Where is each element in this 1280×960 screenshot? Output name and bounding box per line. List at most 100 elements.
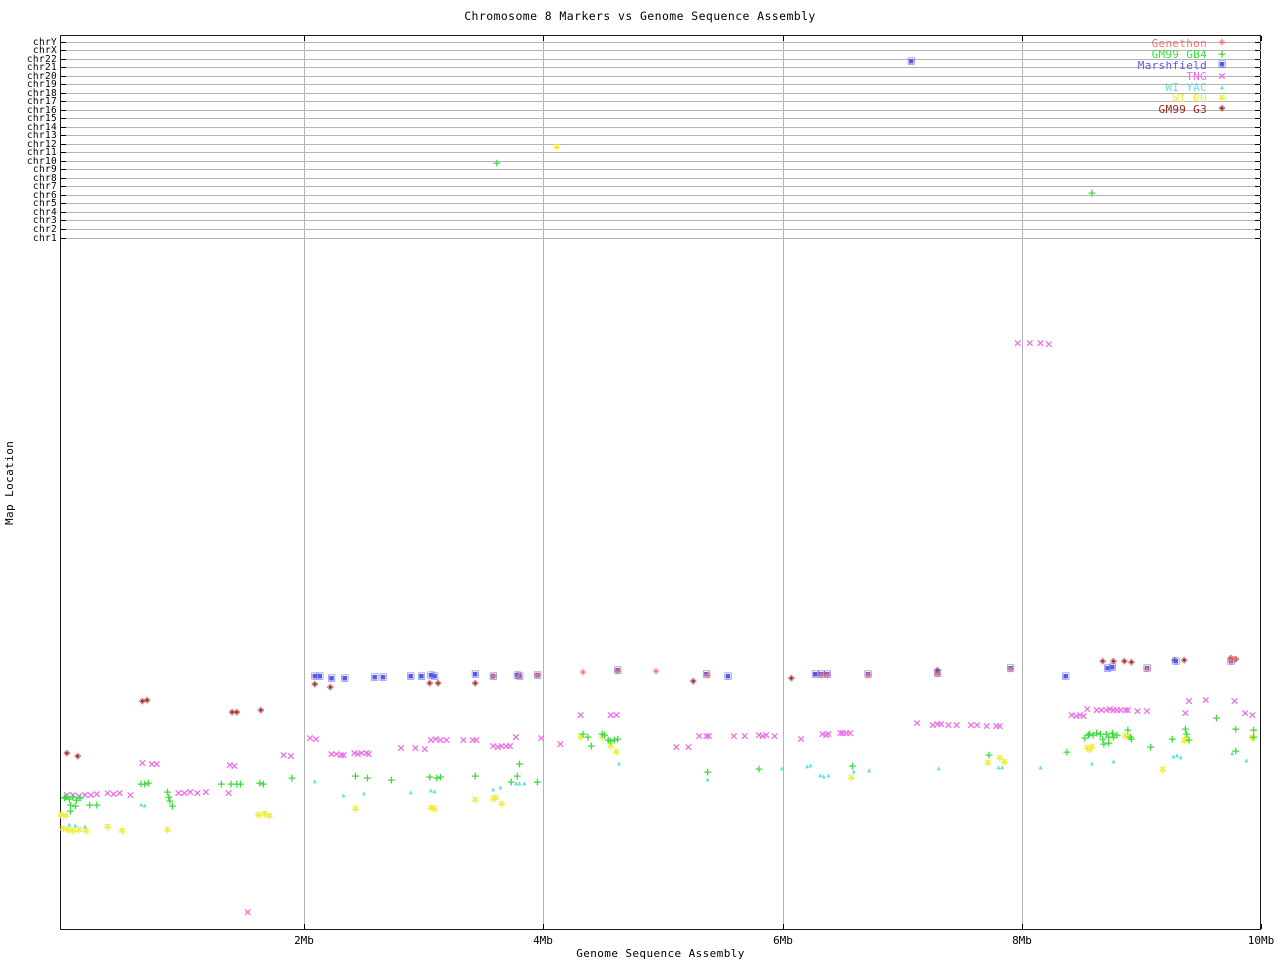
marker-gm99-gb4: +: [514, 757, 525, 771]
marker-gm99-gb4: +: [702, 765, 713, 779]
marker-gm99-gb4: +: [613, 732, 623, 746]
legend-label-gm99-g3: GM99 G3: [1158, 103, 1207, 116]
y-tick: [1255, 127, 1260, 128]
marker-gm99-g3: ◈: [63, 748, 71, 759]
marker-wi-rh: [1158, 766, 1167, 775]
marker-gm99-gb4: +: [984, 748, 994, 762]
marker-wi-yac: ▴: [936, 763, 941, 773]
marker-wi-yac: ▴: [616, 758, 621, 768]
marker-tng: ×: [671, 740, 681, 754]
marker-gm99-gb4: +: [258, 777, 268, 791]
marker-wi-yac: ▴: [1038, 762, 1043, 772]
chromosome-line: [61, 203, 1261, 204]
y-tick: [1255, 195, 1260, 196]
marker-gm99-g3: ◈: [143, 695, 151, 706]
y-tick: [1255, 144, 1260, 145]
marker-tng: ×: [1184, 694, 1194, 708]
marker-tng: ×: [137, 756, 147, 770]
marker-wi-yac: ▴: [432, 786, 437, 796]
marker-tng: ×: [704, 729, 714, 743]
marker-marshfield: ▣: [378, 672, 388, 683]
marker-tng: ×: [1025, 336, 1035, 350]
marker-wi-yac: ▴: [73, 820, 78, 830]
marker-marshfield: ▣: [470, 669, 480, 680]
marker-gm99-g3: ◈: [257, 705, 265, 716]
marker-marshfield: ▣: [417, 671, 426, 682]
legend-item-genethon: Genethon ◈: [0, 38, 1280, 49]
y-tick: [61, 178, 66, 179]
marker-wi-yac: ▴: [808, 760, 813, 770]
marker-tng: ×: [1247, 708, 1257, 722]
chromosome-line: [61, 229, 1261, 230]
marker-tng: ×: [152, 757, 162, 771]
y-tick: [1255, 135, 1260, 136]
y-tick: [61, 212, 66, 213]
marker-tng: ×: [1180, 706, 1190, 720]
x-tick: [1022, 924, 1023, 929]
chromosome-line: [61, 161, 1261, 162]
marker-gm99-gb4: +: [1167, 732, 1177, 746]
marker-gm99-g3: ◈: [471, 678, 479, 689]
marker-gm99-gb4: +: [754, 762, 764, 776]
marker-marshfield: ▣: [430, 671, 439, 682]
legend-item-wi-rh: WI RH: [0, 93, 1280, 104]
marker-tng: ×: [611, 708, 622, 722]
marker-gm99-gb4: +: [1231, 744, 1241, 758]
y-tick: [61, 144, 66, 145]
marker-gm99-gb4: +: [1184, 733, 1194, 747]
marker-gm99-gb4: +: [362, 771, 373, 785]
x-tick: [543, 924, 544, 929]
marker-tng: ×: [796, 732, 806, 746]
marker-gm99-gb4: +: [1145, 740, 1156, 754]
marker-gm99-g3: ◈: [1180, 655, 1188, 666]
marker-tng: ×: [92, 787, 102, 801]
marker-wi-rh: [265, 812, 274, 821]
marker-tng: ×: [364, 747, 374, 761]
marker-tng: ×: [995, 719, 1005, 733]
marker-wi-rh: [163, 826, 172, 835]
marker-wi-rh: [351, 805, 360, 814]
y-tick: [1255, 203, 1260, 204]
marker-tng: ×: [311, 732, 321, 746]
marker-tng: ×: [1132, 704, 1143, 718]
marker-tng: ×: [536, 731, 546, 745]
y-tick: [61, 238, 66, 239]
marker-marshfield: ▣: [340, 673, 349, 684]
marker-gm99-g3: ◈: [233, 707, 241, 718]
marker-wi-rh: [118, 827, 127, 836]
marker-wi-rh: [497, 800, 506, 809]
marker-gm99-gb4: +: [492, 156, 502, 170]
marker-tng: ×: [555, 737, 565, 751]
marker-tng: ×: [972, 718, 982, 732]
x-tick-label-8Mb: 8Mb: [1012, 934, 1032, 947]
marker-tng: ×: [1123, 703, 1133, 717]
legend-item-tng: TNG ×: [0, 71, 1280, 83]
chart-canvas: Chromosome 8 Markers vs Genome Sequence …: [0, 0, 1280, 960]
y-tick: [61, 127, 66, 128]
legend-marker-wi-rh: [1218, 94, 1227, 103]
y-tick: [1255, 238, 1260, 239]
marker-wi-yac: ▴: [408, 787, 413, 797]
chromosome-line: [61, 238, 1261, 239]
y-tick: [1255, 186, 1260, 187]
marker-tng: ×: [740, 729, 750, 743]
x-tick: [304, 924, 305, 929]
x-tick-label-4Mb: 4Mb: [533, 934, 553, 947]
marker-gm99-gb4: +: [586, 739, 596, 753]
marker-tng: ×: [1082, 702, 1092, 716]
marker-tng: ×: [458, 733, 468, 747]
marker-tng: ×: [1229, 694, 1240, 708]
y-tick: [61, 229, 66, 230]
marker-wi-yac: ▴: [779, 763, 784, 773]
chart-title: Chromosome 8 Markers vs Genome Sequence …: [464, 9, 816, 23]
y-tick: [1255, 229, 1260, 230]
marker-tng: ×: [114, 786, 125, 800]
marker-gm99-gb4: +: [386, 773, 396, 787]
marker-wi-yac: ▴: [312, 776, 317, 786]
marker-genethon: ◈: [704, 670, 712, 681]
marker-tng: ×: [683, 740, 693, 754]
chromosome-line: [61, 220, 1261, 221]
marker-marshfield: ▣: [315, 671, 324, 682]
marker-tng: ×: [981, 719, 992, 733]
marker-gm99-gb4: +: [435, 770, 446, 784]
